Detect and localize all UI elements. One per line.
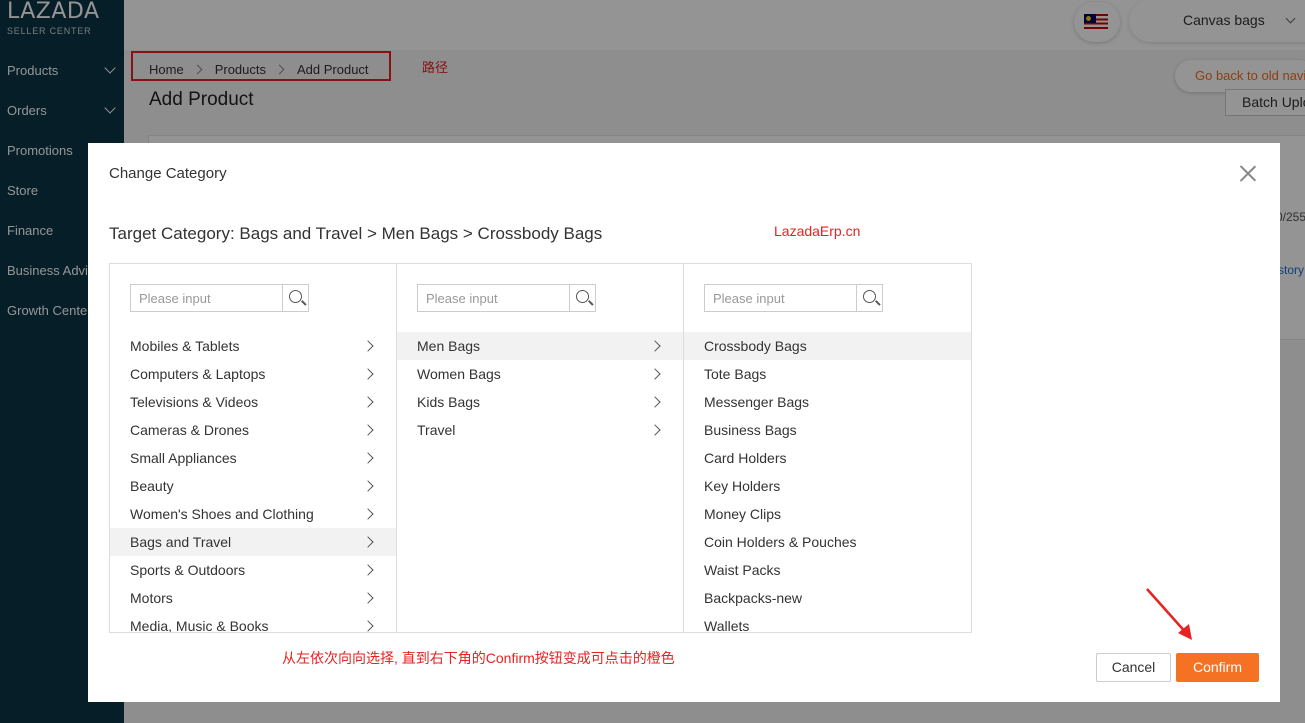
watermark-text: LazadaErp.cn: [774, 223, 861, 239]
category-item[interactable]: Televisions & Videos: [110, 388, 396, 416]
category-item-label: Key Holders: [704, 478, 781, 494]
confirm-button[interactable]: Confirm: [1176, 653, 1259, 682]
category-item[interactable]: Card Holders: [684, 444, 971, 472]
chevron-right-icon: [362, 508, 374, 520]
category-item[interactable]: Computers & Laptops: [110, 360, 396, 388]
category-item-label: Mobiles & Tablets: [130, 338, 240, 354]
category-item[interactable]: Coin Holders & Pouches: [684, 528, 971, 556]
category-item[interactable]: Backpacks-new: [684, 584, 971, 612]
target-category: Target Category: Bags and Travel > Men B…: [109, 224, 603, 243]
category-item[interactable]: Sports & Outdoors: [110, 556, 396, 584]
category-item[interactable]: Men Bags: [397, 332, 683, 360]
category-item-label: Travel: [417, 422, 456, 438]
category-column-2: Men Bags Women Bags Kids Bags Travel: [397, 264, 684, 632]
category-item[interactable]: Crossbody Bags: [684, 332, 971, 360]
chevron-right-icon: [649, 340, 661, 352]
category-item-label: Messenger Bags: [704, 394, 810, 410]
category-search: [417, 284, 596, 312]
category-item[interactable]: Women Bags: [397, 360, 683, 388]
search-icon[interactable]: [569, 285, 595, 311]
chevron-right-icon: [649, 396, 661, 408]
category-list: Mobiles & Tablets Computers & Laptops Tele…: [110, 332, 396, 632]
category-item-label: Televisions & Videos: [130, 394, 259, 410]
category-item[interactable]: Kids Bags: [397, 388, 683, 416]
cancel-button[interactable]: Cancel: [1096, 653, 1171, 682]
category-search: [130, 284, 309, 312]
chevron-right-icon: [362, 368, 374, 380]
category-item-label: Beauty: [130, 478, 174, 494]
category-item-label: Motors: [130, 590, 173, 606]
category-item-label: Crossbody Bags: [704, 338, 807, 354]
chevron-right-icon: [362, 564, 374, 576]
category-item[interactable]: Money Clips: [684, 500, 971, 528]
chevron-right-icon: [362, 592, 374, 604]
category-item[interactable]: Cameras & Drones: [110, 416, 396, 444]
chevron-right-icon: [649, 424, 661, 436]
modal-title: Change Category: [109, 165, 227, 182]
category-item-label: Bags and Travel: [130, 534, 232, 550]
category-item-label: Small Appliances: [130, 450, 237, 466]
category-list: Men Bags Women Bags Kids Bags Travel: [397, 332, 683, 444]
chevron-right-icon: [362, 340, 374, 352]
category-item-label: Sports & Outdoors: [130, 562, 246, 578]
category-item-label: Computers & Laptops: [130, 366, 266, 382]
category-item[interactable]: Tote Bags: [684, 360, 971, 388]
category-search: [704, 284, 883, 312]
chevron-right-icon: [362, 536, 374, 548]
category-item[interactable]: Waist Packs: [684, 556, 971, 584]
search-input[interactable]: [705, 285, 856, 311]
chevron-right-icon: [362, 424, 374, 436]
category-item[interactable]: Motors: [110, 584, 396, 612]
instruction-annotation: 从左依次向向选择, 直到右下角的Confirm按钮变成可点击的橙色: [282, 650, 675, 666]
chevron-right-icon: [649, 368, 661, 380]
category-item-label: Wallets: [704, 618, 750, 632]
close-icon[interactable]: [1240, 165, 1256, 181]
category-item-label: Card Holders: [704, 450, 787, 466]
category-column-3: Crossbody Bags Tote Bags Messenger Bags Bus…: [684, 264, 971, 632]
category-item-label: Tote Bags: [704, 366, 767, 382]
search-icon[interactable]: [282, 285, 308, 311]
category-item-label: Kids Bags: [417, 394, 481, 410]
category-item-label: Money Clips: [704, 506, 782, 522]
category-item-label: Women Bags: [417, 366, 501, 382]
chevron-right-icon: [362, 480, 374, 492]
category-item[interactable]: Small Appliances: [110, 444, 396, 472]
category-item[interactable]: Messenger Bags: [684, 388, 971, 416]
category-item-label: Men Bags: [417, 338, 481, 354]
category-item-label: Women's Shoes and Clothing: [130, 506, 314, 522]
category-item[interactable]: Wallets: [684, 612, 971, 632]
category-item-label: Cameras & Drones: [130, 422, 250, 438]
category-item-label: Business Bags: [704, 422, 797, 438]
category-item-label: Coin Holders & Pouches: [704, 534, 857, 550]
category-item-label: Media, Music & Books: [130, 618, 269, 632]
category-item[interactable]: Mobiles & Tablets: [110, 332, 396, 360]
category-column-1: Mobiles & Tablets Computers & Laptops Tele…: [110, 264, 397, 632]
search-input[interactable]: [131, 285, 282, 311]
category-item[interactable]: Beauty: [110, 472, 396, 500]
category-list: Crossbody Bags Tote Bags Messenger Bags Bus…: [684, 332, 971, 632]
search-input[interactable]: [418, 285, 569, 311]
category-item-label: Backpacks-new: [704, 590, 803, 606]
category-item[interactable]: Travel: [397, 416, 683, 444]
category-item[interactable]: Media, Music & Books: [110, 612, 396, 632]
category-item[interactable]: Bags and Travel: [110, 528, 396, 556]
category-columns: Mobiles & Tablets Computers & Laptops Tele…: [109, 263, 972, 633]
category-item-label: Waist Packs: [704, 562, 781, 578]
annotation-arrow-icon: [1146, 588, 1192, 640]
chevron-right-icon: [362, 396, 374, 408]
chevron-right-icon: [362, 452, 374, 464]
category-item[interactable]: Key Holders: [684, 472, 971, 500]
chevron-right-icon: [362, 620, 374, 632]
search-icon[interactable]: [856, 285, 882, 311]
category-item[interactable]: Women's Shoes and Clothing: [110, 500, 396, 528]
category-item[interactable]: Business Bags: [684, 416, 971, 444]
change-category-modal: Change Category Target Category: Bags an…: [88, 143, 1280, 702]
